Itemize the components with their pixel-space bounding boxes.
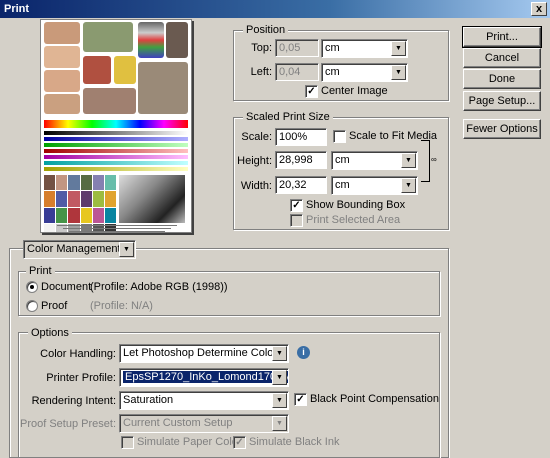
print-button[interactable]: Print... — [462, 26, 542, 48]
color-handling-select[interactable]: Let Photoshop Determine Colors ▼ — [119, 344, 289, 363]
printer-profile-select[interactable]: EpsSP1270_InKo_Lomond170_M... ▼ — [119, 368, 289, 387]
proof-label: Proof — [41, 300, 68, 312]
width-unit-select[interactable]: cm ▼ — [331, 176, 418, 195]
chevron-down-icon[interactable]: ▼ — [401, 153, 416, 168]
center-image-checkbox[interactable]: ✓ — [305, 85, 318, 98]
scale-label: Scale: — [241, 131, 272, 143]
preview-image-bw-photo — [119, 175, 185, 223]
close-icon[interactable]: x — [531, 2, 547, 16]
width-label: Width: — [240, 180, 272, 192]
proof-radio[interactable] — [26, 300, 38, 312]
section-select[interactable]: Color Management ▼ — [23, 240, 136, 259]
proof-setup-preset-select[interactable]: Current Custom Setup ▼ — [119, 414, 289, 433]
scale-to-fit-checkbox[interactable] — [333, 130, 346, 143]
simulate-black-ink-checkbox[interactable]: ✓ — [233, 436, 246, 449]
print-selected-area-checkbox[interactable] — [290, 214, 303, 227]
print-selected-area-label: Print Selected Area — [306, 214, 401, 226]
info-icon[interactable]: i — [297, 346, 310, 359]
rendering-intent-select[interactable]: Saturation ▼ — [119, 391, 289, 410]
simulate-black-ink-label: Simulate Black Ink — [249, 436, 340, 448]
chain-link-icon[interactable]: ∞ — [431, 155, 437, 164]
cancel-button[interactable]: Cancel — [463, 48, 541, 68]
done-button[interactable]: Done — [463, 69, 541, 89]
title-bar: Print x — [0, 0, 550, 18]
chevron-down-icon[interactable]: ▼ — [119, 242, 134, 257]
fewer-options-button[interactable]: Fewer Options — [463, 119, 541, 139]
proof-profile: (Profile: N/A) — [90, 300, 153, 312]
proof-setup-preset-label: Proof Setup Preset: — [20, 418, 116, 430]
left-unit-select[interactable]: cm ▼ — [321, 63, 408, 82]
height-unit-select[interactable]: cm ▼ — [331, 151, 418, 170]
printer-profile-label: Printer Profile: — [46, 372, 116, 384]
scaled-print-size-legend: Scaled Print Size — [243, 111, 333, 123]
width-field[interactable]: 20,32 — [275, 176, 327, 194]
black-point-label: Black Point Compensation — [310, 393, 440, 405]
top-label: Top: — [251, 42, 272, 54]
position-legend: Position — [243, 24, 289, 36]
proportion-link-bracket — [421, 140, 430, 182]
window-title: Print — [4, 3, 30, 15]
preview-image-color-bars — [44, 120, 188, 171]
document-radio[interactable] — [26, 281, 38, 293]
left-label: Left: — [250, 66, 272, 78]
chevron-down-icon[interactable]: ▼ — [272, 370, 287, 385]
color-handling-label: Color Handling: — [40, 348, 116, 360]
chevron-down-icon[interactable]: ▼ — [391, 65, 406, 80]
chevron-down-icon[interactable]: ▼ — [272, 346, 287, 361]
scale-field[interactable]: 100% — [275, 128, 327, 146]
chevron-down-icon[interactable]: ▼ — [272, 393, 287, 408]
height-label: Height: — [237, 155, 272, 167]
show-bounding-box-checkbox[interactable]: ✓ — [290, 199, 303, 212]
page-setup-button[interactable]: Page Setup... — [463, 91, 541, 111]
black-point-checkbox[interactable]: ✓ — [294, 393, 307, 406]
rendering-intent-label: Rendering Intent: — [31, 395, 116, 407]
print-source-group — [18, 271, 440, 316]
center-image-label: Center Image — [321, 85, 388, 97]
top-field[interactable]: 0,05 — [275, 39, 319, 57]
height-field[interactable]: 28,998 — [275, 151, 327, 169]
document-profile: (Profile: Adobe RGB (1998)) — [90, 281, 228, 293]
options-legend: Options — [28, 327, 72, 339]
chevron-down-icon[interactable]: ▼ — [391, 41, 406, 56]
chevron-down-icon[interactable]: ▼ — [272, 416, 287, 431]
print-preview — [40, 19, 192, 233]
print-source-legend: Print — [26, 265, 55, 277]
simulate-paper-color-checkbox[interactable] — [121, 436, 134, 449]
document-label: Document — [41, 281, 92, 293]
show-bounding-box-label: Show Bounding Box — [306, 199, 406, 211]
left-field[interactable]: 0,04 — [275, 63, 319, 81]
preview-image-caption — [47, 223, 187, 232]
chevron-down-icon[interactable]: ▼ — [401, 178, 416, 193]
top-unit-select[interactable]: cm ▼ — [321, 39, 408, 58]
simulate-paper-color-label: Simulate Paper Color — [137, 436, 242, 448]
preview-image-photos — [44, 22, 188, 116]
